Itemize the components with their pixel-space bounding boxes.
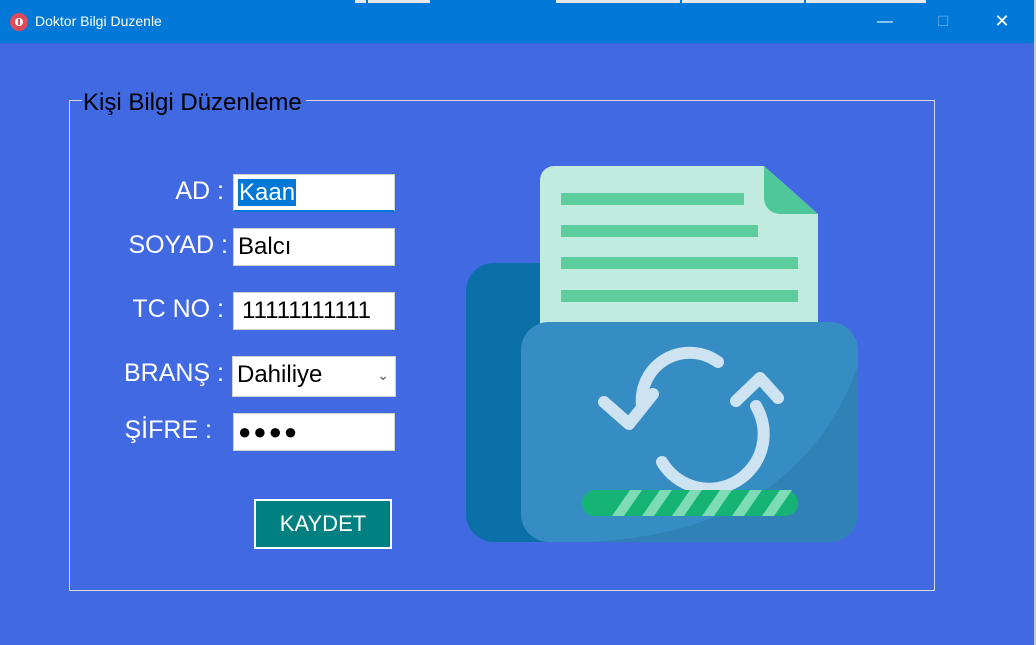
- document-line: [561, 290, 798, 302]
- ad-input[interactable]: Kaan: [233, 174, 395, 212]
- close-button[interactable]: ✕: [973, 0, 1031, 43]
- title-bar: Doktor Bilgi Duzenle — ☐ ✕: [0, 0, 1036, 43]
- title-bar-edge: [556, 0, 680, 3]
- sifre-input-value: ●●●●: [238, 419, 300, 444]
- ad-label: AD :: [175, 177, 224, 205]
- soyad-input-value: Balcı: [238, 233, 292, 260]
- document-line: [561, 257, 798, 269]
- ad-input-value: Kaan: [238, 179, 297, 206]
- brans-select[interactable]: Dahiliye ⌄: [232, 356, 396, 397]
- tc-input-value: 11111111111: [242, 297, 372, 324]
- brans-label: BRANŞ :: [123, 359, 224, 387]
- group-legend: Kişi Bilgi Düzenleme: [82, 89, 306, 117]
- save-button[interactable]: KAYDET: [254, 499, 392, 549]
- chevron-down-icon: ⌄: [377, 367, 389, 383]
- minimize-button[interactable]: —: [856, 0, 914, 43]
- tc-input[interactable]: 11111111111: [233, 292, 395, 330]
- title-bar-edge: [368, 0, 430, 3]
- window-title: Doktor Bilgi Duzenle: [35, 13, 162, 29]
- soyad-label: SOYAD :: [128, 231, 228, 259]
- document-line: [561, 225, 758, 237]
- folder-sync-icon: [466, 166, 858, 542]
- tc-label: TC NO :: [132, 295, 224, 323]
- document-fold: [764, 166, 818, 214]
- maximize-button[interactable]: ☐: [914, 0, 972, 43]
- app-icon: [10, 13, 28, 31]
- sifre-input[interactable]: ●●●●: [233, 413, 395, 451]
- document-line: [561, 193, 744, 205]
- sifre-label: ŞİFRE :: [124, 416, 212, 444]
- title-bar-edge: [355, 0, 366, 3]
- soyad-input[interactable]: Balcı: [233, 228, 395, 266]
- title-bar-edge: [682, 0, 804, 3]
- brans-select-value: Dahiliye: [237, 361, 323, 388]
